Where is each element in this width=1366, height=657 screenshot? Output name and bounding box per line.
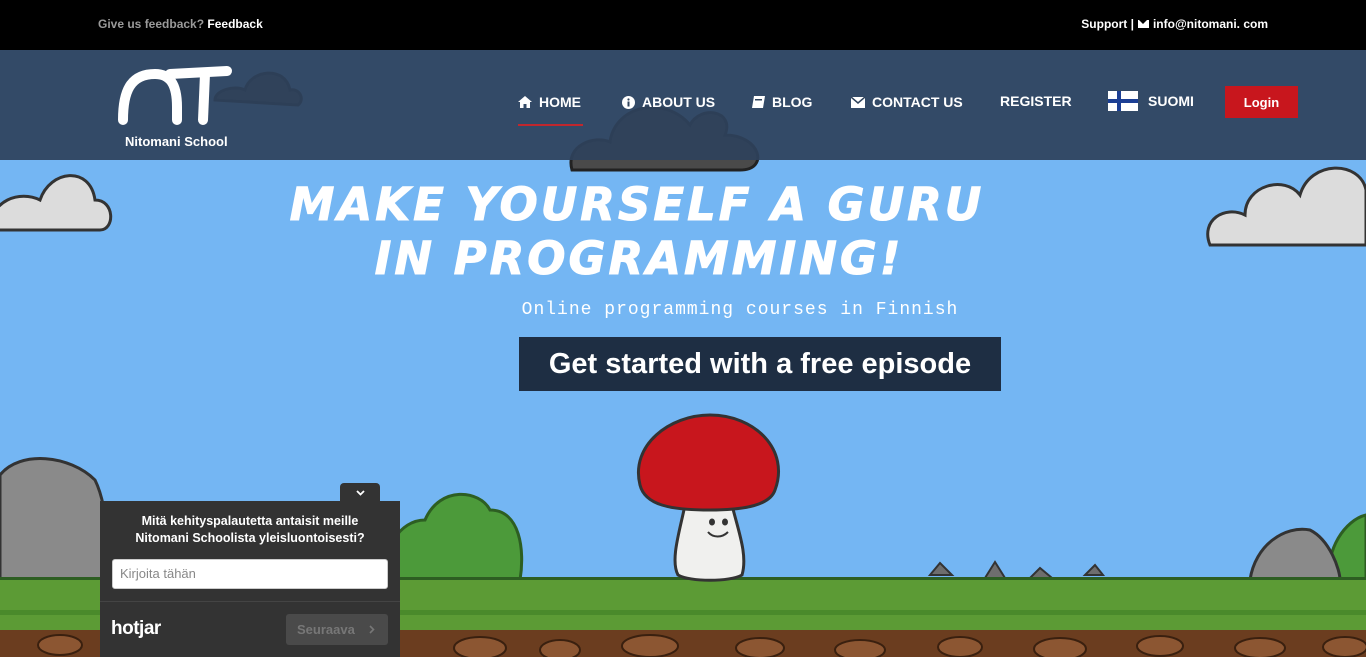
survey-question: Mitä kehityspalautetta antaisit meille N… bbox=[135, 514, 365, 545]
nav-item-label: SUOMI bbox=[1148, 93, 1194, 109]
nav-item-register[interactable]: REGISTER bbox=[1000, 93, 1072, 109]
feedback-link[interactable]: Feedback bbox=[207, 17, 262, 31]
hero-title-line1: MAKE YOURSELF A GURU bbox=[289, 178, 985, 232]
nav-item-label: HOME bbox=[539, 94, 581, 110]
finland-flag-icon bbox=[1108, 91, 1138, 111]
nav-item-blog[interactable]: BLOG bbox=[752, 94, 812, 110]
survey-answer-input[interactable]: Kirjoita tähän bbox=[112, 559, 388, 589]
survey-collapse-button[interactable] bbox=[340, 483, 380, 503]
rock-left bbox=[0, 457, 109, 582]
nav-item-label: CONTACT US bbox=[872, 94, 963, 110]
nav-item-label: BLOG bbox=[772, 94, 813, 110]
brand-name: Nitomani School bbox=[125, 134, 228, 149]
nav-item-label: REGISTER bbox=[1000, 93, 1072, 109]
support-email-link[interactable]: info@nitomani. com bbox=[1153, 17, 1268, 31]
bush bbox=[385, 492, 524, 582]
hero-subtitle: Online programming courses in Finnish bbox=[521, 300, 959, 320]
login-button[interactable]: Login bbox=[1225, 86, 1298, 118]
chevron-right-icon bbox=[369, 625, 375, 634]
info-icon bbox=[622, 95, 635, 109]
home-icon bbox=[518, 96, 532, 108]
feedback-prompt-text: Give us feedback? bbox=[98, 17, 205, 31]
nav-item-contact[interactable]: CONTACT US bbox=[851, 94, 963, 110]
language-switcher[interactable]: SUOMI bbox=[1108, 91, 1194, 111]
survey-divider bbox=[100, 601, 400, 602]
support-label: Support | bbox=[1081, 17, 1134, 31]
survey-next-label: Seuraava bbox=[297, 622, 355, 637]
chevron-down-icon bbox=[355, 490, 365, 496]
survey-next-button[interactable]: Seuraava bbox=[286, 614, 388, 645]
support-info: Support | info@nitomani. com bbox=[1081, 17, 1268, 31]
top-bar: Give us feedback? Feedback Support | inf… bbox=[0, 0, 1366, 50]
rock-right bbox=[1248, 527, 1342, 582]
nav-item-home[interactable]: HOME bbox=[518, 94, 583, 126]
envelope-icon bbox=[851, 96, 865, 108]
book-icon bbox=[752, 96, 765, 108]
feedback-survey-widget: Mitä kehityspalautetta antaisit meille N… bbox=[100, 501, 400, 657]
hotjar-logo: hotjar bbox=[111, 618, 161, 639]
nav-item-about[interactable]: ABOUT US bbox=[622, 94, 715, 110]
mushroom-mascot bbox=[637, 413, 781, 582]
nav-item-label: ABOUT US bbox=[642, 94, 716, 110]
envelope-icon bbox=[1137, 20, 1149, 28]
hero-title-line2: IN PROGRAMMING! bbox=[374, 232, 904, 286]
free-episode-button[interactable]: Get started with a free episode bbox=[519, 337, 1001, 391]
feedback-prompt: Give us feedback? Feedback bbox=[98, 17, 263, 31]
